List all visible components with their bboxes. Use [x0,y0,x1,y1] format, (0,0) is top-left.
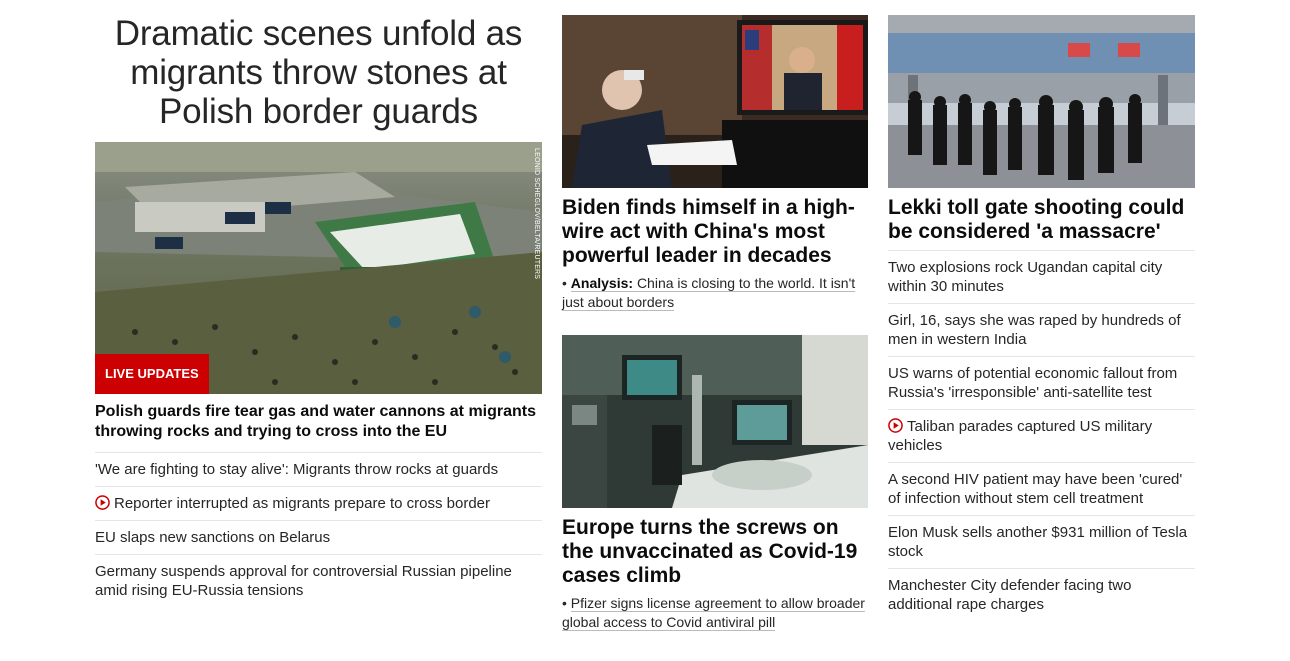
right-column: Lekki toll gate shooting could be consid… [888,15,1195,621]
related-link-text: Germany suspends approval for controvers… [95,563,512,599]
analysis-label: Analysis: [570,275,634,291]
news-link-3[interactable]: US warns of potential economic fallout f… [888,357,1195,410]
biden-xi-video-call-image [562,15,868,188]
news-link-4[interactable]: Taliban parades captured US military veh… [888,410,1195,463]
news-link-text: A second HIV patient may have been 'cure… [888,471,1183,507]
news-link-7[interactable]: Manchester City defender facing two addi… [888,569,1195,621]
icu-covid-image [562,335,868,508]
europe-headline[interactable]: Europe turns the screws on the unvaccina… [562,516,868,588]
pfizer-link[interactable]: • Pfizer signs license agreement to allo… [562,594,868,632]
news-link-2[interactable]: Girl, 16, says she was raped by hundreds… [888,304,1195,357]
lekki-toll-gate-image [888,15,1195,188]
hero-image-link[interactable]: LIVE UPDATES LEONID SCHEGLOV/BELTA/REUTE… [95,142,542,394]
related-link-4[interactable]: Germany suspends approval for controvers… [95,555,542,607]
lekki-headline[interactable]: Lekki toll gate shooting could be consid… [888,196,1195,244]
photo-credit: LEONID SCHEGLOV/BELTA/REUTERS [533,148,540,280]
news-link-text: US warns of potential economic fallout f… [888,365,1178,401]
hero-related-list: 'We are fighting to stay alive': Migrant… [95,453,542,607]
news-link-text: Girl, 16, says she was raped by hundreds… [888,312,1181,348]
related-link-text: EU slaps new sanctions on Belarus [95,529,331,546]
related-link-text: 'We are fighting to stay alive': Migrant… [95,461,499,478]
news-link-text: Taliban parades captured US military veh… [888,418,1153,454]
hero-headline[interactable]: Dramatic scenes unfold as migrants throw… [95,14,542,142]
hero-column: Dramatic scenes unfold as migrants throw… [95,14,542,607]
lekki-image-link[interactable] [888,15,1195,188]
pfizer-link-text: Pfizer signs license agreement to allow … [562,595,865,631]
news-link-text: Two explosions rock Ugandan capital city… [888,259,1163,295]
biden-analysis-link[interactable]: • Analysis: China is closing to the worl… [562,274,868,312]
news-link-5[interactable]: A second HIV patient may have been 'cure… [888,463,1195,516]
related-link-2[interactable]: Reporter interrupted as migrants prepare… [95,487,542,521]
news-link-6[interactable]: Elon Musk sells another $931 million of … [888,516,1195,569]
right-news-list: Two explosions rock Ugandan capital city… [888,250,1195,621]
news-link-1[interactable]: Two explosions rock Ugandan capital city… [888,251,1195,304]
biden-headline[interactable]: Biden finds himself in a high-wire act w… [562,196,868,268]
live-updates-badge[interactable]: LIVE UPDATES [95,354,209,394]
news-link-text: Elon Musk sells another $931 million of … [888,524,1188,560]
biden-image-link[interactable] [562,15,868,188]
video-play-icon [888,418,903,433]
middle-column: Biden finds himself in a high-wire act w… [562,15,868,632]
related-link-1[interactable]: 'We are fighting to stay alive': Migrant… [95,453,542,487]
related-link-3[interactable]: EU slaps new sanctions on Belarus [95,521,542,555]
news-link-text: Manchester City defender facing two addi… [888,577,1132,613]
europe-image-link[interactable] [562,335,868,508]
video-play-icon [95,495,110,510]
related-link-text: Reporter interrupted as migrants prepare… [114,495,491,512]
hero-subheadline[interactable]: Polish guards fire tear gas and water ca… [95,402,542,453]
